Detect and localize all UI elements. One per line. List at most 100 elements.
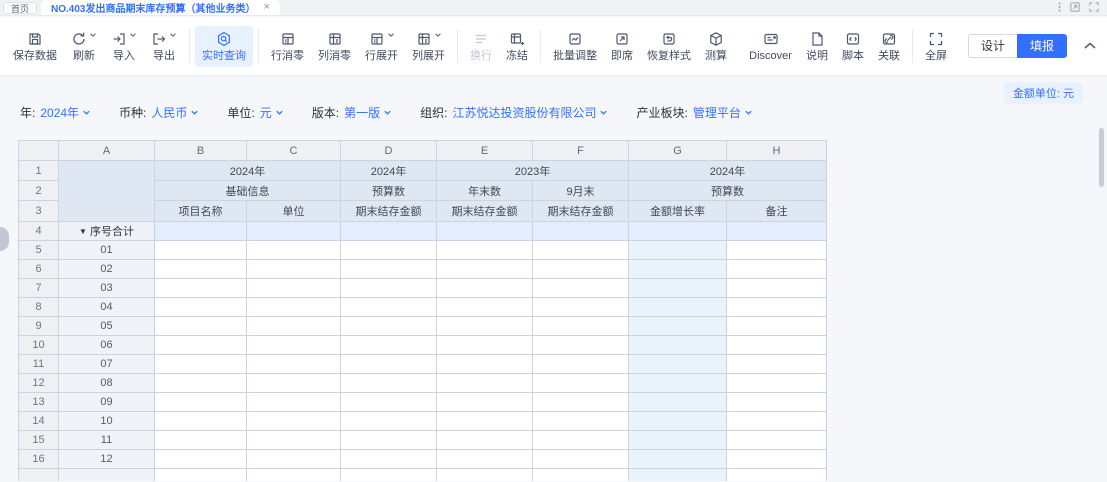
grid-cell[interactable]: [727, 317, 827, 336]
grid-cell[interactable]: [437, 393, 533, 412]
grid-cell[interactable]: [341, 469, 437, 482]
filter-version[interactable]: 版本: 第一版: [312, 104, 392, 121]
header-cell[interactable]: 期末结存金额: [341, 201, 437, 222]
grid-cell[interactable]: [341, 412, 437, 431]
import-button[interactable]: 导入: [104, 26, 144, 67]
header-cell[interactable]: 2024年: [629, 161, 827, 181]
grid-cell[interactable]: [629, 393, 727, 412]
grid-cell[interactable]: [341, 222, 437, 241]
grid-cell[interactable]: [727, 336, 827, 355]
freeze-button[interactable]: 冻结: [499, 26, 535, 67]
col-clear-zero-button[interactable]: 列消零: [311, 26, 358, 67]
grid-cell[interactable]: [533, 222, 629, 241]
row-number[interactable]: 5: [19, 241, 59, 260]
relation-button[interactable]: 关联: [871, 26, 907, 67]
serial-cell[interactable]: [59, 469, 155, 482]
fullscreen-tab-icon[interactable]: [1089, 2, 1099, 12]
grid-cell[interactable]: [629, 469, 727, 482]
grid-cell[interactable]: [437, 241, 533, 260]
grid-cell[interactable]: [247, 260, 341, 279]
header-cell[interactable]: 年末数: [437, 181, 533, 201]
grid-cell[interactable]: [247, 336, 341, 355]
grid-cell[interactable]: [155, 336, 247, 355]
grid-cell[interactable]: [247, 431, 341, 450]
grid-cell[interactable]: [629, 298, 727, 317]
adhoc-button[interactable]: 即席: [604, 26, 640, 67]
row-number[interactable]: 14: [19, 412, 59, 431]
grid-cell[interactable]: [437, 260, 533, 279]
header-cell[interactable]: 项目名称: [155, 201, 247, 222]
col-header[interactable]: A: [59, 141, 155, 161]
grid-cell[interactable]: [155, 241, 247, 260]
grid-cell[interactable]: [727, 260, 827, 279]
grid-cell[interactable]: [727, 298, 827, 317]
tab-active-budget-sheet[interactable]: NO.403发出商品期末库存预算（其他业务类） ×: [41, 0, 280, 15]
grid-cell[interactable]: [247, 469, 341, 482]
col-header[interactable]: D: [341, 141, 437, 161]
row-number[interactable]: 2: [19, 181, 59, 201]
grid-cell[interactable]: [727, 241, 827, 260]
serial-cell[interactable]: 10: [59, 412, 155, 431]
filter-organization[interactable]: 组织: 江苏悦达投资股份有限公司: [420, 104, 608, 121]
grid-cell[interactable]: [533, 412, 629, 431]
header-cell[interactable]: 2024年: [341, 161, 437, 181]
export-button[interactable]: 导出: [144, 26, 184, 67]
restore-style-button[interactable]: 恢复样式: [640, 26, 698, 67]
summary-label-cell[interactable]: ▼序号合计: [59, 222, 155, 241]
grid-cell[interactable]: [629, 374, 727, 393]
serial-cell[interactable]: 03: [59, 279, 155, 298]
grid-cell[interactable]: [341, 317, 437, 336]
grid-cell[interactable]: [727, 374, 827, 393]
row-number[interactable]: 4: [19, 222, 59, 241]
collapse-triangle-icon[interactable]: ▼: [79, 227, 87, 236]
grid-cell[interactable]: [247, 241, 341, 260]
grid-cell[interactable]: [155, 469, 247, 482]
filter-industry-sector[interactable]: 产业板块: 管理平台: [636, 104, 752, 121]
col-header[interactable]: F: [533, 141, 629, 161]
grid-cell[interactable]: [437, 374, 533, 393]
tab-home[interactable]: 首页: [3, 2, 37, 14]
serial-cell[interactable]: 06: [59, 336, 155, 355]
grid-cell[interactable]: [629, 450, 727, 469]
corner-cell[interactable]: [19, 141, 59, 161]
sidebar-handle[interactable]: [0, 227, 9, 251]
grid-cell[interactable]: [155, 260, 247, 279]
col-header[interactable]: H: [727, 141, 827, 161]
grid-cell[interactable]: [533, 279, 629, 298]
col-header[interactable]: E: [437, 141, 533, 161]
save-data-button[interactable]: 保存数据: [6, 26, 64, 67]
grid-cell[interactable]: [247, 412, 341, 431]
header-cell[interactable]: 基础信息: [155, 181, 341, 201]
grid-cell[interactable]: [727, 469, 827, 482]
serial-cell[interactable]: 05: [59, 317, 155, 336]
more-vertical-icon[interactable]: [1058, 2, 1061, 12]
grid-cell[interactable]: [629, 279, 727, 298]
grid-cell[interactable]: [247, 279, 341, 298]
grid-cell[interactable]: [247, 355, 341, 374]
grid-cell[interactable]: [155, 317, 247, 336]
serial-cell[interactable]: 04: [59, 298, 155, 317]
serial-cell[interactable]: 12: [59, 450, 155, 469]
grid-cell[interactable]: [437, 298, 533, 317]
grid-cell[interactable]: [155, 298, 247, 317]
grid-cell[interactable]: [155, 355, 247, 374]
refresh-button[interactable]: 刷新: [64, 26, 104, 67]
serial-cell[interactable]: 09: [59, 393, 155, 412]
design-mode-button[interactable]: 设计: [968, 34, 1017, 58]
row-number[interactable]: 11: [19, 355, 59, 374]
grid-cell[interactable]: [59, 161, 155, 222]
live-query-button[interactable]: 实时查询: [195, 26, 253, 67]
header-cell[interactable]: 2023年: [437, 161, 629, 181]
header-cell[interactable]: 预算数: [341, 181, 437, 201]
grid-cell[interactable]: [629, 222, 727, 241]
close-icon[interactable]: ×: [263, 2, 269, 13]
grid-cell[interactable]: [247, 374, 341, 393]
collapse-toolbar-button[interactable]: [1083, 41, 1097, 51]
script-button[interactable]: 脚本: [835, 26, 871, 67]
grid-cell[interactable]: [247, 450, 341, 469]
grid-cell[interactable]: [341, 298, 437, 317]
grid-cell[interactable]: [727, 279, 827, 298]
grid-cell[interactable]: [341, 279, 437, 298]
grid-cell[interactable]: [437, 412, 533, 431]
row-expand-button[interactable]: 行展开: [358, 26, 405, 67]
